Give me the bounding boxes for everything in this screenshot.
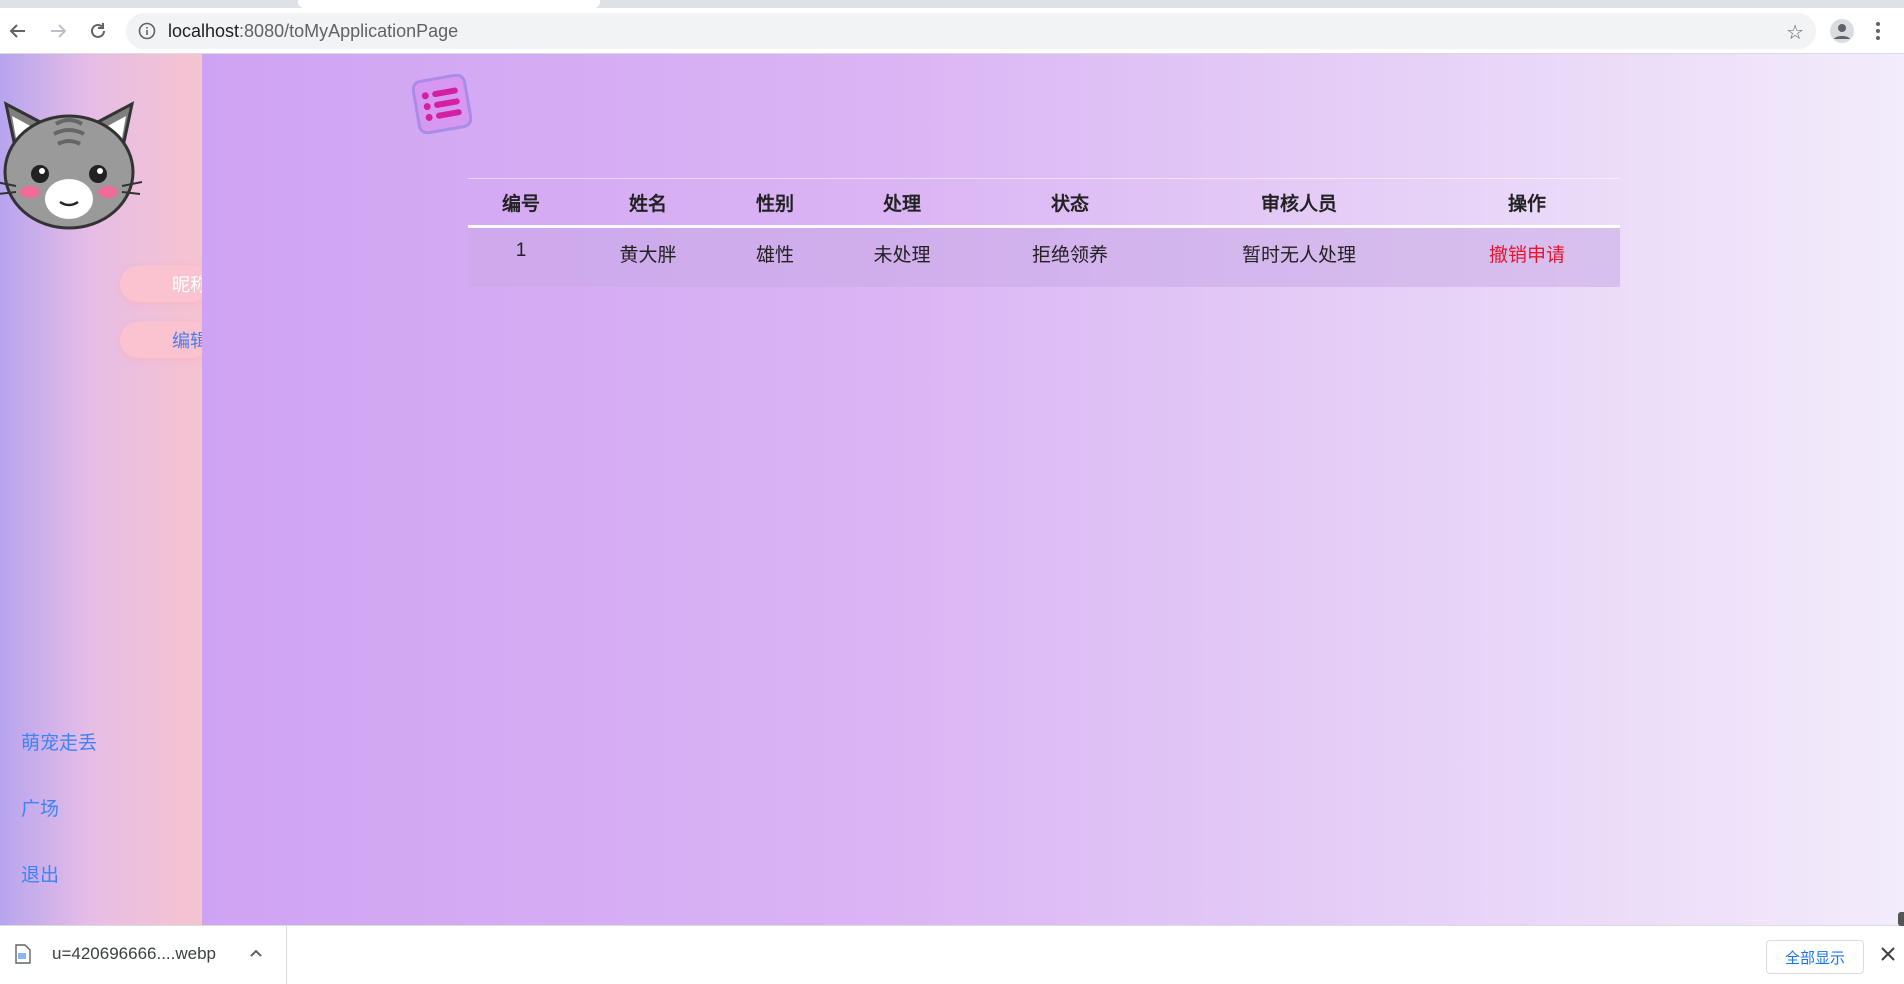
sidebar: 昵称 编辑 萌宠走丢 广场 退出 [0,54,210,925]
cell-name: 黄大胖 [574,226,722,287]
header-id: 编号 [468,178,574,228]
application-table: 编号 姓名 性别 处理 状态 审核人员 操作 1 黄大胖 雄性 未处理 拒绝领养… [468,178,1620,287]
download-shelf: u=420696666....webp 全部显示 [0,925,1904,984]
address-bar[interactable]: localhost:8080/toMyApplicationPage ☆ [126,13,1816,49]
reload-icon [91,23,105,38]
cell-id: 1 [468,226,574,287]
forward-arrow-icon [51,24,67,38]
browser-toolbar: localhost:8080/toMyApplicationPage ☆ [0,8,1904,54]
info-icon[interactable] [138,22,156,40]
table-row: 1 黄大胖 雄性 未处理 拒绝领养 暂时无人处理 撤销申请 [468,226,1620,287]
cell-gender: 雄性 [722,226,828,287]
download-item[interactable]: u=420696666....webp [0,926,287,984]
cell-reviewer: 暂时无人处理 [1164,226,1434,287]
header-name: 姓名 [574,178,722,228]
tab-strip [0,0,1904,8]
active-tab[interactable] [298,0,600,8]
header-action: 操作 [1434,178,1620,228]
browser-menu-icon[interactable] [1872,19,1884,43]
cell-status: 拒绝领养 [976,226,1164,287]
back-arrow-icon [9,24,25,38]
url-text: localhost:8080/toMyApplicationPage [168,21,458,42]
chevron-up-icon[interactable] [248,945,264,961]
show-all-button[interactable]: 全部显示 [1766,940,1864,974]
sidebar-link-lost-pets[interactable]: 萌宠走丢 [21,728,97,755]
url-path: :8080/toMyApplicationPage [239,20,459,41]
bookmark-star-icon[interactable]: ☆ [1786,20,1804,45]
url-host: localhost [168,20,240,41]
header-status: 状态 [976,178,1164,228]
profile-icon[interactable] [1830,19,1854,43]
nickname-pill[interactable]: 昵称 [120,266,210,302]
sidebar-link-logout[interactable]: 退出 [21,860,59,887]
page-viewport: 昵称 编辑 萌宠走丢 广场 退出 编号 姓名 性别 处理 状态 审核人员 操作 … [0,54,1904,925]
reload-button[interactable] [84,17,112,45]
table-header-row: 编号 姓名 性别 处理 状态 审核人员 操作 [468,178,1620,228]
menu-list-icon[interactable] [412,74,472,134]
cell-processing: 未处理 [828,226,976,287]
file-icon [15,944,31,964]
cancel-application-link[interactable]: 撤销申请 [1434,226,1620,287]
header-processing: 处理 [828,178,976,228]
download-filename: u=420696666....webp [52,944,217,963]
header-reviewer: 审核人员 [1164,178,1434,228]
edit-pill[interactable]: 编辑 [120,322,210,358]
forward-button[interactable] [44,17,72,45]
back-button[interactable] [4,17,32,45]
sidebar-link-plaza[interactable]: 广场 [21,794,59,821]
cat-avatar[interactable] [0,94,142,234]
header-gender: 性别 [722,178,828,228]
close-icon[interactable] [1878,944,1898,964]
scrollbar-thumb[interactable] [1898,912,1904,926]
